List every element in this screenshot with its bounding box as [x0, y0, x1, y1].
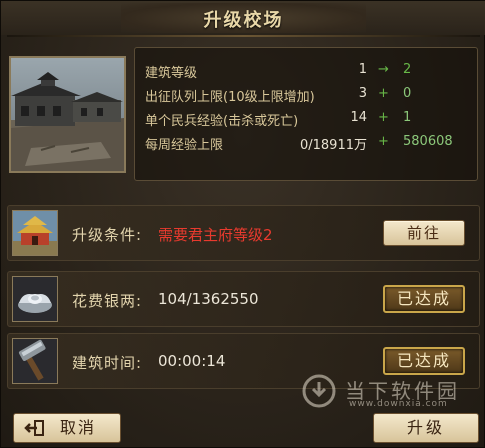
goto-button[interactable]: 前往	[383, 220, 465, 246]
cancel-label: 取消	[60, 418, 97, 437]
stat-row-building-level: 建筑等级 1 → 2	[135, 60, 479, 82]
cancel-button[interactable]: 取消	[13, 413, 121, 443]
stat-row-march-queue: 出征队列上限(10级上限增加) 3 + 0	[135, 84, 479, 106]
requirement-row-condition: 升级条件: 需要君主府等级2 前往	[7, 205, 480, 261]
upgrade-dialog: 升级校场 建筑等级 1 → 2 出征队列上限(10级上限增加) 3 + 0 单个…	[0, 0, 485, 448]
upgrade-button[interactable]: 升级	[373, 413, 479, 443]
stat-current-value: 14	[350, 110, 367, 125]
green-arrow-icon: →	[378, 62, 389, 77]
dialog-title: 升级校场	[203, 10, 284, 31]
silver-ingot-icon	[12, 276, 58, 322]
stat-current-value: 0/18911万	[299, 138, 367, 153]
palace-icon	[12, 210, 58, 256]
stat-current-value: 3	[358, 86, 367, 101]
build-time-label: 建筑时间:	[72, 354, 143, 372]
stat-next-value: 0	[403, 86, 412, 101]
time-achieved-badge: 已达成	[383, 347, 465, 375]
condition-value: 需要君主府等级2	[158, 226, 273, 244]
stat-label: 建筑等级	[145, 66, 198, 81]
title-bar: 升级校场	[1, 1, 485, 35]
back-arrow-icon	[24, 420, 44, 436]
stat-label: 单个民兵经验(击杀或死亡)	[145, 114, 299, 129]
stat-row-militia-exp: 单个民兵经验(击杀或死亡) 14 + 1	[135, 108, 479, 130]
plus-icon: +	[378, 134, 389, 149]
silver-achieved-badge: 已达成	[383, 285, 465, 313]
stat-label: 出征队列上限(10级上限增加)	[145, 90, 315, 105]
title-divider	[7, 35, 480, 37]
stat-next-value: 2	[403, 62, 412, 77]
condition-label: 升级条件:	[72, 226, 143, 244]
watermark-logo-icon	[302, 374, 336, 408]
hammer-icon	[12, 338, 58, 384]
upgrade-stats-panel: 建筑等级 1 → 2 出征队列上限(10级上限增加) 3 + 0 单个民兵经验(…	[134, 47, 478, 181]
stat-next-value: 1	[403, 110, 412, 125]
plus-icon: +	[378, 110, 389, 125]
requirement-row-silver: 花费银两: 104/1362550 已达成	[7, 271, 480, 327]
watermark-url: www.downxia.com	[349, 399, 448, 409]
silver-cost-value: 104/1362550	[158, 290, 259, 308]
stat-row-weekly-exp-cap: 每周经验上限 0/18911万 + 580608	[135, 132, 479, 154]
build-time-value: 00:00:14	[158, 352, 226, 370]
stat-label: 每周经验上限	[145, 138, 224, 153]
watermark: 当下软件园 www.downxia.com	[301, 373, 471, 413]
training-ground-building-icon	[9, 56, 126, 173]
stat-next-value: 580608	[403, 134, 453, 149]
plus-icon: +	[378, 86, 389, 101]
stat-current-value: 1	[358, 62, 367, 77]
silver-cost-label: 花费银两:	[72, 292, 143, 310]
